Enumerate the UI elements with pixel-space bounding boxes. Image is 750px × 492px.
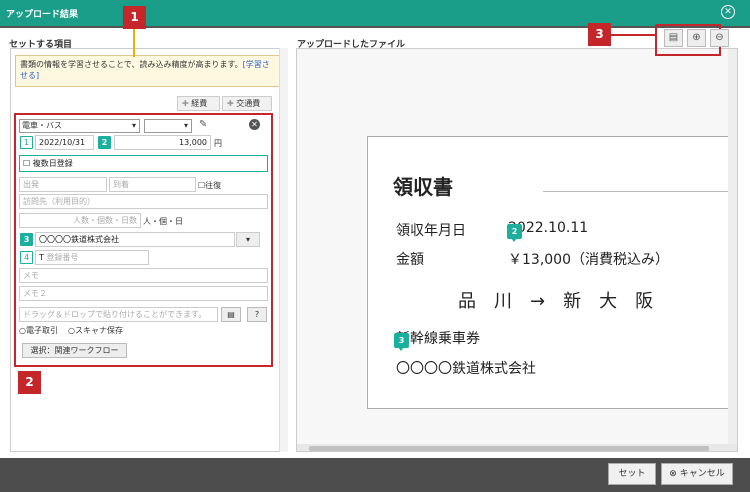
- receipt-document: 領収書 領収年月日 2022.10.11 金額 ￥13,000（消費税込み） 品…: [367, 136, 737, 409]
- callout-1-line: [133, 29, 135, 57]
- plus-icon: ✚: [182, 99, 189, 108]
- fit-page-icon[interactable]: ▤: [664, 29, 683, 47]
- callout-3-line: [611, 34, 655, 36]
- preview-vertical-scrollbar[interactable]: [728, 49, 737, 444]
- dialog-title: アップロード結果: [6, 10, 79, 20]
- add-transport-button[interactable]: ✚ 交通費: [222, 96, 272, 111]
- info-text: 書類の情報を学習させることで、読み込み精度が高まります。: [20, 60, 243, 69]
- learning-info-box: 書類の情報を学習させることで、読み込み精度が高まります。[学習させる]: [15, 55, 280, 87]
- preview-horizontal-scrollbar[interactable]: [297, 444, 737, 451]
- company-text: 〇〇〇〇鉄道株式会社: [396, 361, 536, 377]
- transport-label: 交通費: [236, 99, 261, 108]
- add-expense-button[interactable]: ✚ 経費: [177, 96, 220, 111]
- receipt-title: 領収書: [393, 175, 453, 199]
- form-highlight-box: [14, 113, 273, 367]
- plus-icon: ✚: [227, 99, 234, 108]
- callout-3: 3: [588, 23, 611, 46]
- scroll-thumb[interactable]: [309, 446, 709, 451]
- title-bar: アップロード結果 ✕: [0, 0, 750, 26]
- cancel-icon: ⊗: [669, 469, 677, 479]
- amount-label: 金額: [396, 252, 424, 268]
- route-text: 品 川 → 新 大 阪: [458, 291, 654, 312]
- file-preview-pane: 領収書 領収年月日 2022.10.11 金額 ￥13,000（消費税込み） 品…: [296, 48, 738, 452]
- expense-label: 経費: [191, 99, 208, 108]
- callout-1: 1: [123, 6, 146, 29]
- upload-result-dialog: アップロード結果 ✕ セットする項目 アップロードしたファイル 書類の情報を学習…: [0, 0, 750, 492]
- amount-value: ￥13,000（消費税込み）: [508, 252, 669, 268]
- date-label: 領収年月日: [396, 223, 466, 239]
- zoom-out-icon[interactable]: ⊖: [710, 29, 729, 47]
- close-icon[interactable]: ✕: [721, 5, 735, 19]
- marker-2: 2: [507, 224, 522, 242]
- callout-2: 2: [18, 371, 41, 394]
- divider: [0, 26, 750, 28]
- cancel-label: キャンセル: [679, 469, 725, 479]
- zoom-in-icon[interactable]: ⊕: [687, 29, 706, 47]
- cancel-button[interactable]: ⊗ キャンセル: [661, 463, 733, 485]
- marker-3: 3: [394, 333, 409, 351]
- dialog-footer: セット ⊗ キャンセル: [0, 458, 750, 492]
- divider: [543, 191, 737, 192]
- set-button[interactable]: セット: [608, 463, 656, 485]
- left-scrollbar[interactable]: [279, 48, 288, 452]
